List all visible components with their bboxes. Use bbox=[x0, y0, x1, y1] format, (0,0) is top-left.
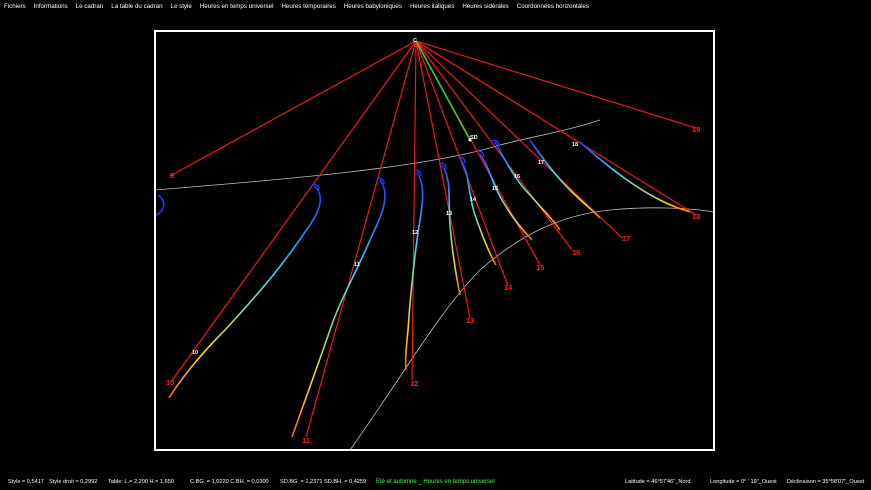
hour-label-white-10: 10 bbox=[192, 350, 198, 356]
status-sdbg: SD.BG. = 1,2371 SD.BH. = 0,4259 bbox=[280, 479, 367, 485]
status-longitude: Longitude = 0° ' 19"_Ouest bbox=[710, 479, 777, 485]
hour-label-red-12: 12 bbox=[410, 379, 418, 388]
status-declinaison: Déclinaison = 35°58'07"_Ouest bbox=[787, 479, 865, 485]
hour-label-white-16: 16 bbox=[514, 174, 520, 180]
hour-line-18 bbox=[415, 40, 697, 216]
hour-line-13 bbox=[415, 40, 471, 319]
analemma-curve bbox=[441, 164, 461, 296]
hour-line-10 bbox=[170, 40, 417, 383]
hour-label-white-15: 15 bbox=[492, 186, 498, 192]
hour-label-white-17: 17 bbox=[538, 160, 544, 166]
substyle-line bbox=[415, 40, 471, 141]
analemma-curve bbox=[155, 194, 165, 216]
status-latitude: Latitude = 46°57'46"_Nord bbox=[625, 479, 691, 485]
hour-label-red-14: 14 bbox=[504, 283, 513, 292]
status-cbg: C.BG. = 1,0220 C.BH. = 0,0300 bbox=[190, 479, 269, 485]
status-season: Eté et automne _ Heures en temps univers… bbox=[376, 479, 495, 485]
hour-line-9 bbox=[169, 40, 417, 177]
sundial-drawing: C SD 9 10 11 12 13 14 15 16 17 18 19 10 11 12 13 14 15 16 17… bbox=[154, 30, 715, 451]
hour-label-red-9: 9 bbox=[170, 171, 174, 180]
hour-label-white-18: 18 bbox=[572, 142, 578, 148]
hour-line-19 bbox=[415, 40, 697, 129]
hour-label-red-16: 16 bbox=[572, 248, 580, 257]
equinox-curves bbox=[155, 119, 714, 450]
hour-line-16 bbox=[415, 40, 573, 251]
hour-label-white-13: 13 bbox=[446, 211, 452, 217]
hour-lines bbox=[169, 40, 697, 438]
sd-label: SD bbox=[470, 135, 478, 141]
analemma-curve bbox=[479, 153, 533, 241]
analemma-curve bbox=[168, 185, 322, 399]
status-style-droit: Style droit = 0,2992 bbox=[49, 479, 98, 485]
hour-label-red-18: 18 bbox=[692, 212, 700, 221]
hour-label-white-11: 11 bbox=[354, 262, 360, 268]
hour-label-red-15: 15 bbox=[536, 263, 544, 272]
solstice-curve bbox=[349, 207, 714, 450]
hour-label-white-14: 14 bbox=[470, 197, 477, 203]
analemma-curve bbox=[291, 179, 386, 438]
status-style: Style = 0,5417 bbox=[8, 479, 44, 485]
hour-label-red-13: 13 bbox=[466, 316, 474, 325]
hour-label-red-17: 17 bbox=[622, 234, 630, 243]
status-bar: Style = 0,5417 Style droit = 0,2992 Tabl… bbox=[0, 476, 871, 490]
hour-label-red-10: 10 bbox=[166, 378, 174, 387]
hour-line-12 bbox=[411, 40, 417, 381]
analemma-curve bbox=[494, 141, 561, 231]
status-table: Table: L.= 2,200 H.= 1,650 bbox=[108, 479, 174, 485]
hour-label-red-11: 11 bbox=[302, 436, 310, 445]
hour-label-red-19: 19 bbox=[692, 125, 700, 134]
analemma-curves bbox=[155, 139, 691, 438]
hour-label-white-12: 12 bbox=[412, 230, 418, 236]
center-label: C bbox=[413, 38, 417, 44]
hour-labels: C SD 9 10 11 12 13 14 15 16 17 18 19 10 11 12 13 14 15 16 17… bbox=[166, 38, 700, 445]
